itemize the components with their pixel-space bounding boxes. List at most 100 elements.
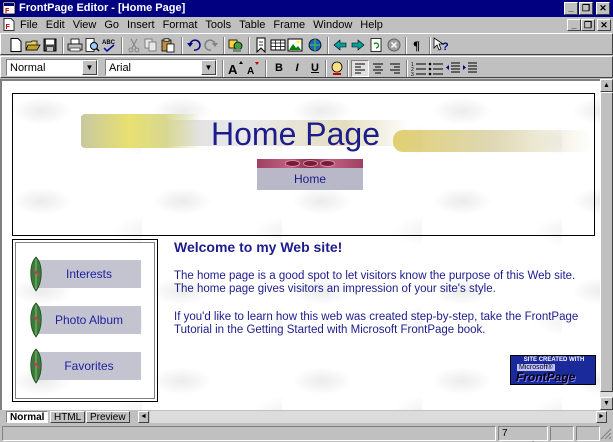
menu-go[interactable]: Go bbox=[100, 18, 123, 32]
scroll-thumb[interactable] bbox=[600, 92, 613, 392]
menu-tools[interactable]: Tools bbox=[201, 18, 235, 32]
text-color-icon[interactable] bbox=[329, 60, 345, 76]
chevron-down-icon[interactable]: ▼ bbox=[201, 60, 216, 75]
svg-text:¶: ¶ bbox=[413, 38, 420, 53]
style-dropdown[interactable]: Normal ▼ bbox=[6, 59, 98, 76]
toolbar-separator bbox=[325, 60, 327, 77]
style-value: Normal bbox=[10, 62, 46, 74]
menu-help[interactable]: Help bbox=[356, 18, 387, 32]
toolbar-separator bbox=[429, 37, 431, 54]
undo-icon[interactable] bbox=[186, 37, 202, 53]
resize-grip-icon[interactable] bbox=[600, 428, 612, 440]
increase-font-icon[interactable]: A bbox=[227, 60, 243, 76]
paste-icon[interactable] bbox=[160, 37, 176, 53]
tab-preview[interactable]: Preview bbox=[86, 411, 130, 423]
menu-insert[interactable]: Insert bbox=[123, 18, 159, 32]
horizontal-scrollbar-track[interactable] bbox=[150, 411, 596, 423]
tab-normal[interactable]: Normal bbox=[6, 411, 49, 423]
tutorial-paragraph-line: If you'd like to learn how this web was … bbox=[174, 311, 579, 323]
bookmark-icon[interactable] bbox=[253, 37, 269, 53]
open-icon[interactable] bbox=[25, 37, 41, 53]
doc-close-button[interactable]: ✕ bbox=[597, 19, 611, 31]
help-icon[interactable]: ? bbox=[433, 37, 449, 53]
decrease-font-icon[interactable]: A bbox=[245, 60, 261, 76]
badge-caption: SITE CREATED WITH bbox=[523, 357, 585, 363]
bold-button[interactable]: B bbox=[270, 60, 288, 77]
title-bar[interactable]: F FrontPage Editor - [Home Page] _ ❐ ✕ bbox=[0, 0, 613, 17]
frontpage-app-icon[interactable]: F bbox=[2, 1, 16, 15]
underline-button[interactable]: U bbox=[306, 60, 324, 77]
print-preview-icon[interactable] bbox=[84, 37, 100, 53]
nav-button-favorites[interactable]: Favorites bbox=[27, 348, 145, 384]
menu-file[interactable]: File bbox=[20, 18, 42, 32]
paragraph-icon[interactable]: ¶ bbox=[410, 37, 426, 53]
frontpage-badge[interactable]: SITE CREATED WITH Microsoft® FrontPage bbox=[510, 355, 596, 385]
scroll-up-icon[interactable]: ▲ bbox=[600, 79, 613, 92]
increase-indent-icon[interactable] bbox=[462, 60, 478, 76]
align-right-icon[interactable] bbox=[387, 60, 403, 76]
scroll-right-icon[interactable]: ► bbox=[596, 411, 607, 423]
editor-canvas[interactable]: Home Page Home Interests Photo Album Fav… bbox=[0, 79, 600, 410]
copy-icon[interactable] bbox=[143, 37, 159, 53]
menu-bar: F File Edit View Go Insert Format Tools … bbox=[0, 17, 613, 33]
svg-text:A: A bbox=[228, 62, 238, 76]
beads-graphic bbox=[285, 160, 335, 167]
toolbar-separator bbox=[181, 37, 183, 54]
scroll-left-icon[interactable]: ◄ bbox=[138, 411, 149, 423]
stop-icon[interactable] bbox=[386, 37, 402, 53]
table-icon[interactable] bbox=[270, 37, 286, 53]
view-tabs: Normal HTML Preview ◄ ► bbox=[0, 410, 613, 424]
forward-icon[interactable] bbox=[350, 37, 366, 53]
banner-frame[interactable]: Home Page Home bbox=[12, 93, 595, 236]
bulleted-list-icon[interactable] bbox=[428, 60, 444, 76]
minimize-button[interactable]: _ bbox=[564, 2, 578, 15]
tab-html[interactable]: HTML bbox=[50, 411, 86, 423]
cut-icon[interactable] bbox=[126, 37, 142, 53]
document-icon[interactable]: F bbox=[3, 18, 15, 31]
intro-paragraph-line: The home page is a good spot to let visi… bbox=[174, 270, 576, 282]
page-title: Home Page bbox=[211, 116, 380, 152]
maximize-button[interactable]: ❐ bbox=[579, 2, 593, 15]
align-center-icon[interactable] bbox=[370, 60, 386, 76]
svg-text:?: ? bbox=[442, 41, 449, 53]
menu-window[interactable]: Window bbox=[309, 18, 356, 32]
svg-text:F: F bbox=[6, 24, 11, 31]
refresh-icon[interactable] bbox=[368, 37, 384, 53]
font-dropdown[interactable]: Arial ▼ bbox=[105, 59, 217, 76]
menu-table[interactable]: Table bbox=[235, 18, 269, 32]
decrease-indent-icon[interactable] bbox=[445, 60, 461, 76]
vertical-scrollbar[interactable]: ▲ ▼ bbox=[600, 79, 613, 410]
badge-product: FrontPage bbox=[516, 370, 576, 384]
navigation-frame[interactable]: Interests Photo Album Favorites bbox=[12, 239, 158, 402]
save-icon[interactable] bbox=[42, 37, 58, 53]
scroll-down-icon[interactable]: ▼ bbox=[600, 397, 613, 410]
menu-view[interactable]: View bbox=[69, 18, 101, 32]
status-bar: 7 seconds bbox=[0, 424, 613, 442]
svg-text:F: F bbox=[5, 8, 10, 15]
doc-restore-button[interactable]: ❐ bbox=[581, 19, 595, 31]
italic-button[interactable]: I bbox=[288, 60, 306, 77]
home-button[interactable]: Home bbox=[257, 159, 363, 191]
nav-button-interests[interactable]: Interests bbox=[27, 256, 145, 292]
menu-format[interactable]: Format bbox=[159, 18, 202, 32]
home-button-label: Home bbox=[293, 172, 326, 186]
spelling-icon[interactable]: ABC bbox=[101, 37, 117, 53]
chevron-down-icon[interactable]: ▼ bbox=[82, 60, 97, 75]
toolbar-separator bbox=[121, 37, 123, 54]
close-button[interactable]: ✕ bbox=[596, 2, 610, 15]
hyperlink-icon[interactable] bbox=[307, 37, 323, 53]
explorer-icon[interactable] bbox=[228, 37, 244, 53]
print-icon[interactable] bbox=[67, 37, 83, 53]
menu-edit[interactable]: Edit bbox=[42, 18, 69, 32]
welcome-heading: Welcome to my Web site! bbox=[174, 239, 343, 255]
nav-button-photo-album[interactable]: Photo Album bbox=[27, 302, 145, 338]
redo-icon[interactable] bbox=[203, 37, 219, 53]
new-page-icon[interactable] bbox=[8, 37, 24, 53]
back-icon[interactable] bbox=[332, 37, 348, 53]
format-toolbar: Normal ▼ Arial ▼ A A B I U 123 bbox=[0, 56, 613, 78]
align-left-button[interactable] bbox=[351, 60, 369, 77]
numbered-list-icon[interactable]: 123 bbox=[411, 60, 427, 76]
image-icon[interactable] bbox=[287, 37, 303, 53]
doc-minimize-button[interactable]: _ bbox=[567, 19, 581, 31]
menu-frame[interactable]: Frame bbox=[269, 18, 309, 32]
